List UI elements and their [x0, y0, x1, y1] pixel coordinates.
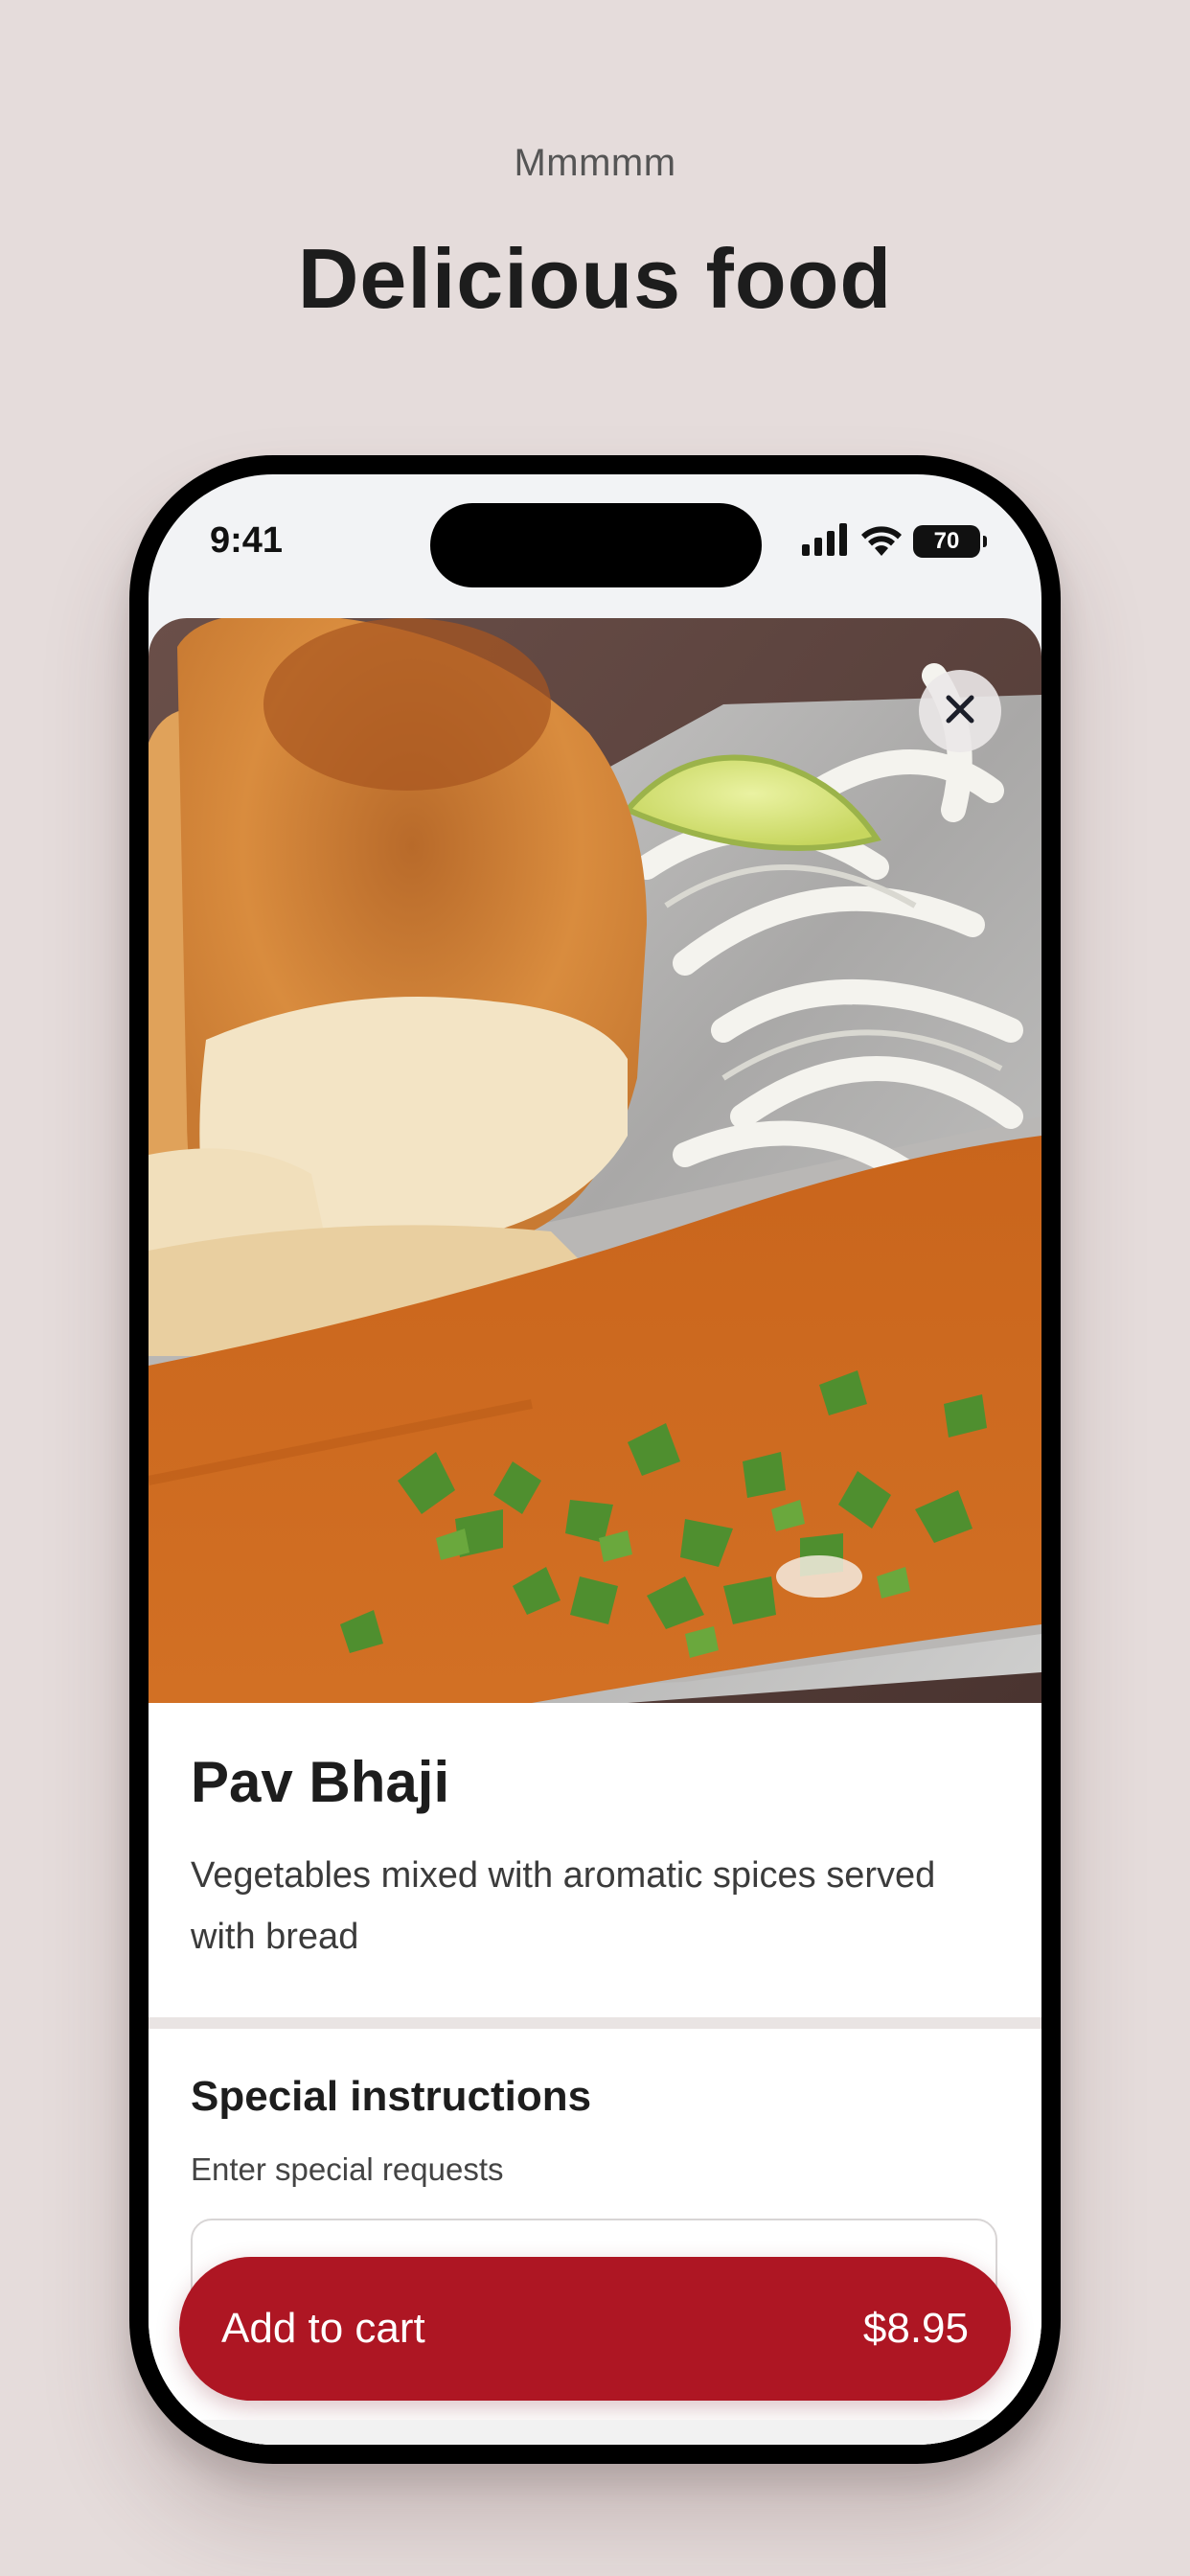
wifi-icon — [859, 523, 904, 561]
phone-frame: 9:41 70 Pav Bhaji Vegetables mixed with … — [129, 455, 1061, 2464]
special-instructions-subtitle: Enter special requests — [191, 2151, 504, 2187]
close-button[interactable] — [919, 670, 1001, 752]
battery-icon: 70 — [913, 525, 987, 558]
dish-photo — [149, 618, 1041, 1703]
cellular-signal-icon — [802, 522, 850, 561]
promo-headline: Delicious food — [297, 231, 893, 326]
add-to-cart-label: Add to cart — [221, 2305, 425, 2352]
promo-eyebrow: Mmmmm — [514, 142, 676, 184]
promo-page: Mmmmm Delicious food 9:41 70 Pav Bhaji V… — [0, 0, 1190, 2576]
section-divider — [149, 2017, 1041, 2029]
dynamic-island — [430, 503, 762, 587]
dish-description: Vegetables mixed with aromatic spices se… — [191, 1855, 936, 1957]
dish-detail-sheet: Pav Bhaji Vegetables mixed with aromatic… — [149, 618, 1041, 2445]
status-icons: 70 — [802, 522, 987, 561]
phone-screen: 9:41 70 Pav Bhaji Vegetables mixed with … — [149, 474, 1041, 2445]
cart-price: $8.95 — [862, 2305, 969, 2352]
home-indicator-area — [149, 2420, 1041, 2445]
dish-title: Pav Bhaji — [191, 1750, 450, 1814]
status-bar: 9:41 70 — [149, 474, 1041, 609]
close-icon — [945, 694, 975, 729]
status-time: 9:41 — [210, 520, 284, 561]
special-instructions-title: Special instructions — [191, 2073, 592, 2120]
add-to-cart-button[interactable]: Add to cart $8.95 — [179, 2257, 1011, 2401]
